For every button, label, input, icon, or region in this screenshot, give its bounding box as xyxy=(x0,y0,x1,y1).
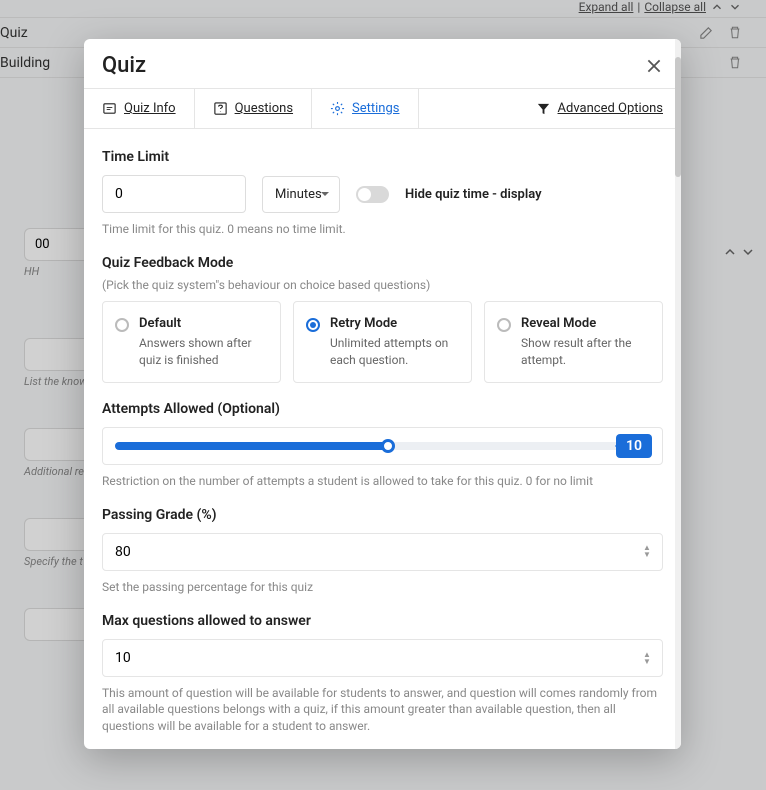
max-questions-help: This amount of question will be availabl… xyxy=(102,685,663,734)
tab-label: Settings xyxy=(352,101,399,116)
spinner-icon[interactable]: ▲▼ xyxy=(643,533,657,571)
feedback-option-reveal[interactable]: Reveal Mode Show result after the attemp… xyxy=(484,301,663,382)
tab-label: Quiz Info xyxy=(124,101,176,116)
tab-settings[interactable]: Settings xyxy=(312,89,418,128)
hide-time-label: Hide quiz time - display xyxy=(405,187,542,202)
feedback-mode-sub: (Pick the quiz system"s behaviour on cho… xyxy=(102,277,663,293)
tab-advanced-options[interactable]: Advanced Options xyxy=(518,89,681,128)
passing-grade-help: Set the passing percentage for this quiz xyxy=(102,579,663,595)
time-limit-input[interactable] xyxy=(102,175,246,213)
attempts-slider[interactable]: 10 xyxy=(115,442,650,450)
time-limit-help: Time limit for this quiz. 0 means no tim… xyxy=(102,221,663,237)
time-limit-label: Time Limit xyxy=(102,149,663,165)
modal-scrollbar-thumb[interactable] xyxy=(675,57,681,177)
modal-title: Quiz xyxy=(102,53,146,78)
passing-grade-label: Passing Grade (%) xyxy=(102,507,663,523)
time-unit-select[interactable]: Minutes xyxy=(262,176,340,213)
attempts-help: Restriction on the number of attempts a … xyxy=(102,473,663,489)
option-title: Retry Mode xyxy=(330,316,457,331)
feedback-option-default[interactable]: Default Answers shown after quiz is fini… xyxy=(102,301,281,382)
feedback-option-retry[interactable]: Retry Mode Unlimited attempts on each qu… xyxy=(293,301,472,382)
attempts-slider-wrap: 10 xyxy=(102,427,663,465)
filter-icon xyxy=(536,101,551,116)
slider-thumb[interactable] xyxy=(381,439,395,453)
tab-quiz-info[interactable]: Quiz Info xyxy=(84,89,195,128)
slider-value-badge: 10 xyxy=(616,434,652,458)
radio-icon xyxy=(497,318,511,332)
attempts-label: Attempts Allowed (Optional) xyxy=(102,401,663,417)
modal-scrollbar-track[interactable] xyxy=(675,39,681,749)
option-desc: Show result after the attempt. xyxy=(521,335,648,367)
quiz-modal: Quiz Quiz Info Questions Settings Advanc… xyxy=(84,39,681,749)
option-title: Default xyxy=(139,316,266,331)
max-questions-label: Max questions allowed to answer xyxy=(102,613,663,629)
radio-icon xyxy=(306,318,320,332)
option-title: Reveal Mode xyxy=(521,316,648,331)
info-card-icon xyxy=(102,101,117,116)
tab-bar: Quiz Info Questions Settings Advanced Op… xyxy=(84,88,681,129)
questions-icon xyxy=(213,101,228,116)
tab-label: Questions xyxy=(235,101,293,116)
feedback-mode-label: Quiz Feedback Mode xyxy=(102,255,663,271)
option-desc: Unlimited attempts on each question. xyxy=(330,335,457,367)
gear-icon xyxy=(330,101,345,116)
radio-icon xyxy=(115,318,129,332)
tab-questions[interactable]: Questions xyxy=(195,89,312,128)
max-questions-input[interactable] xyxy=(102,639,663,677)
slider-fill xyxy=(115,442,388,450)
hide-time-toggle[interactable] xyxy=(356,186,389,203)
passing-grade-input[interactable] xyxy=(102,533,663,571)
option-desc: Answers shown after quiz is finished xyxy=(139,335,266,367)
close-icon[interactable] xyxy=(645,57,663,75)
spinner-icon[interactable]: ▲▼ xyxy=(643,639,657,677)
tab-label: Advanced Options xyxy=(558,101,663,116)
